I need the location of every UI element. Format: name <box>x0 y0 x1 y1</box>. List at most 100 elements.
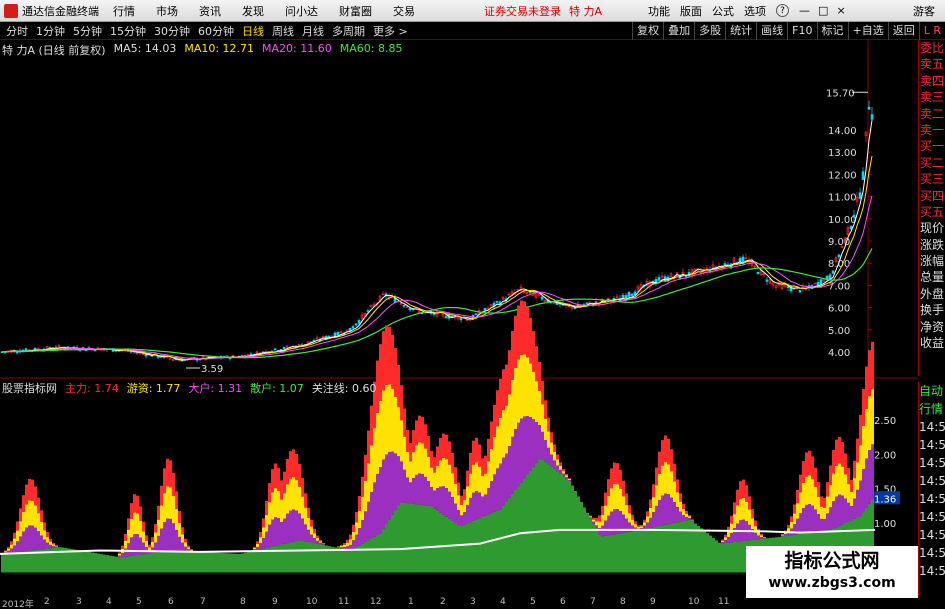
youzi-bar <box>10 544 13 549</box>
sanhu-bar <box>706 533 709 573</box>
menu-item-caifuquan[interactable]: 财富圈 <box>339 3 372 19</box>
side-sell4: 卖四 <box>920 73 945 88</box>
period-fenshi[interactable]: 分时 <box>6 23 28 39</box>
period-60min[interactable]: 60分钟 <box>198 23 234 39</box>
tool-f10[interactable]: F10 <box>787 22 816 40</box>
zhuli-bar <box>646 511 649 517</box>
zhuli-bar <box>19 508 22 522</box>
login-status[interactable]: 证券交易未登录 <box>484 3 561 19</box>
dahu-bar <box>691 520 694 522</box>
sanhu-bar <box>631 531 634 573</box>
dahu-bar <box>643 525 646 530</box>
dahu-bar <box>736 523 739 542</box>
youzi-bar <box>136 513 139 535</box>
close-icon[interactable]: × <box>836 4 845 17</box>
period-more[interactable]: 更多 > <box>373 23 408 39</box>
tool-gongshi[interactable]: 公式 <box>712 3 734 19</box>
sanhu-bar <box>376 535 379 573</box>
sanhu-bar <box>298 540 301 573</box>
sanhu-bar <box>565 478 568 573</box>
stock-name-legend: 特 力A (日线 前复权) <box>2 44 106 57</box>
tool-gongneng[interactable]: 功能 <box>648 3 670 19</box>
zhuli-bar <box>46 532 49 537</box>
date-tick-label: 11 <box>718 597 730 607</box>
lang-toggle[interactable]: L R <box>918 22 945 40</box>
period-15min[interactable]: 15分钟 <box>110 23 146 39</box>
sanhu-bar <box>148 553 151 573</box>
tool-fanhui[interactable]: 返回 <box>887 22 919 40</box>
zhuli-bar <box>157 505 160 520</box>
youzi-bar <box>403 436 406 470</box>
sanhu-bar <box>196 551 199 573</box>
zhuli-bar <box>286 459 289 485</box>
youzi-bar <box>172 496 175 524</box>
sanhu-bar <box>643 529 646 573</box>
sanhu-bar <box>157 552 160 573</box>
youzi-bar <box>400 420 403 462</box>
youzi-bar <box>46 536 49 543</box>
period-weekly[interactable]: 周线 <box>272 23 294 39</box>
tool-tongji[interactable]: 统计 <box>725 22 756 40</box>
youzi-bar <box>151 541 154 548</box>
menu-item-hangqing[interactable]: 行情 <box>113 3 135 19</box>
period-1min[interactable]: 1分钟 <box>36 23 65 39</box>
zhuli-bar <box>442 433 445 458</box>
menu-item-faxian[interactable]: 发现 <box>242 3 264 19</box>
maximize-icon[interactable]: □ <box>818 4 828 17</box>
youzi-bar <box>535 381 538 423</box>
youzi-bar <box>727 531 730 538</box>
period-daily[interactable]: 日线 <box>242 23 264 39</box>
youzi-bar <box>844 474 847 499</box>
zhuli-bar <box>127 518 130 530</box>
tool-huaxian[interactable]: 画线 <box>756 22 787 40</box>
tick-hangqing[interactable]: 行情 <box>919 400 945 418</box>
candle-body <box>585 302 589 305</box>
zhuli-bar <box>679 493 682 502</box>
period-multi[interactable]: 多周期 <box>332 23 365 39</box>
guest-label[interactable]: 游客 <box>913 3 935 19</box>
youzi-bar <box>268 502 271 525</box>
zhuli-bar <box>499 378 502 418</box>
zhuli-bar <box>631 514 634 520</box>
youzi-bar <box>796 503 799 519</box>
tool-diejia[interactable]: 叠加 <box>663 22 694 40</box>
sanhu-bar <box>481 516 484 573</box>
period-30min[interactable]: 30分钟 <box>154 23 190 39</box>
tool-fuquan[interactable]: 复权 <box>632 22 663 40</box>
zhuli-bar <box>838 436 841 464</box>
sanhu-bar <box>112 556 115 573</box>
chart-area[interactable]: 14.0013.0012.0011.0010.009.008.007.006.0… <box>0 40 918 597</box>
period-monthly[interactable]: 月线 <box>302 23 324 39</box>
side-sell2: 卖二 <box>920 106 945 121</box>
period-5min[interactable]: 5分钟 <box>73 23 102 39</box>
dahu-bar <box>469 497 472 523</box>
help-icon[interactable]: ? <box>776 4 790 17</box>
tool-duogu[interactable]: 多股 <box>694 22 725 40</box>
dahu-bar <box>283 518 286 544</box>
tool-zixuan[interactable]: +自选 <box>847 22 888 40</box>
youzi-bar <box>295 480 298 511</box>
menu-item-zixun[interactable]: 资讯 <box>199 3 221 19</box>
dahu-bar <box>307 529 310 542</box>
candle-body <box>861 171 865 180</box>
tool-banmian[interactable]: 版面 <box>680 3 702 19</box>
tick-auto[interactable]: 自动 <box>919 382 945 400</box>
zhuli-bar <box>676 479 679 493</box>
menu-item-jiaoyi[interactable]: 交易 <box>393 3 415 19</box>
zhuli-bar <box>547 417 550 432</box>
zhuli-bar <box>178 510 181 523</box>
menu-item-wenxiaoda[interactable]: 问小达 <box>285 3 318 19</box>
tick-row: 14:5 <box>919 474 945 488</box>
tool-biaoji[interactable]: 标记 <box>816 22 848 40</box>
zhuli-bar <box>292 449 295 478</box>
zhuli-bar <box>598 515 601 522</box>
menu-item-shichang[interactable]: 市场 <box>156 3 178 19</box>
tool-xuanxiang[interactable]: 选项 <box>744 3 766 19</box>
sanhu-bar <box>373 536 376 573</box>
dahu-bar <box>274 517 277 546</box>
minimize-icon[interactable]: — <box>799 4 810 17</box>
high-label: 15.70 <box>826 88 855 99</box>
sanhu-bar <box>718 542 721 573</box>
tick-row: 14:5 <box>919 456 945 470</box>
zhuli-bar <box>685 510 688 514</box>
